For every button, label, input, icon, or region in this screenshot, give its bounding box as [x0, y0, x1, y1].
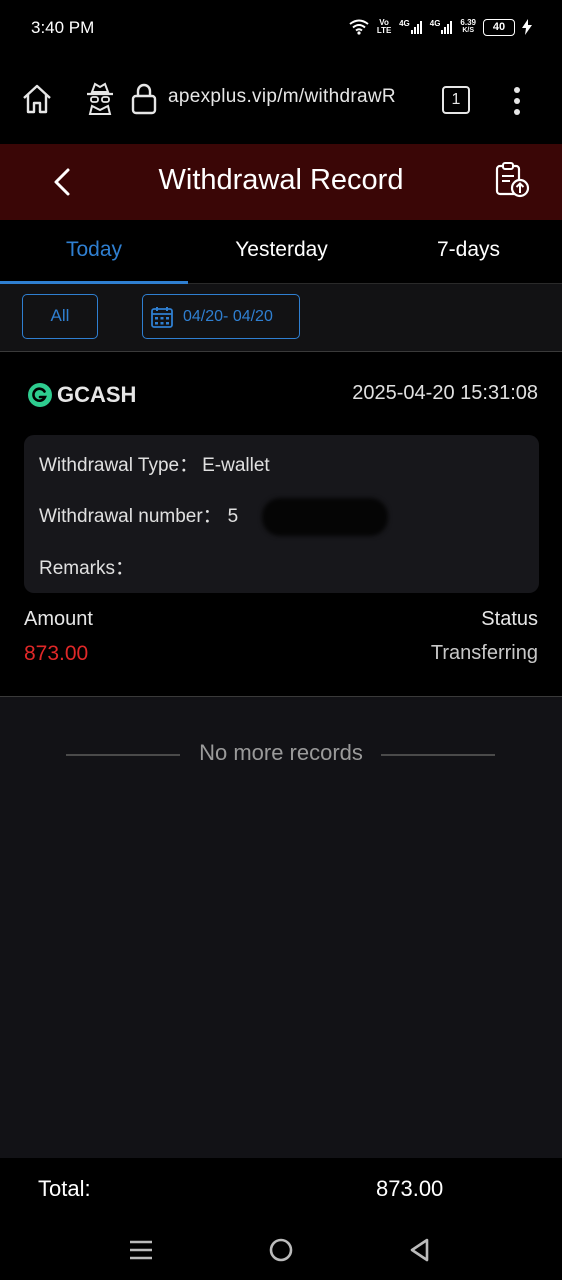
date-range-label: 04/20- 04/20 — [183, 307, 273, 325]
withdrawal-type-label: Withdrawal Type： — [39, 455, 199, 476]
more-options-icon[interactable] — [510, 86, 524, 116]
payment-method-name: GCASH — [57, 382, 137, 407]
withdrawal-number-label: Withdrawal number： — [39, 506, 222, 527]
charging-icon — [522, 19, 532, 35]
status-label: Status — [481, 608, 538, 630]
network-type-2: 4G — [429, 19, 441, 28]
divider-right — [381, 754, 495, 756]
filter-all-button[interactable]: All — [22, 294, 98, 339]
record-datetime: 2025-04-20 15:31:08 — [352, 382, 538, 404]
battery-indicator: 40 — [483, 18, 515, 36]
wifi-icon — [349, 19, 369, 35]
amount-value: 873.00 — [24, 642, 89, 665]
network-speed-value: 6.39 — [460, 18, 476, 27]
tab-switcher-button[interactable]: 1 — [442, 86, 470, 114]
clipboard-upload-icon[interactable] — [492, 160, 532, 200]
calendar-icon — [151, 306, 173, 328]
withdrawal-number-row: Withdrawal number： 5 — [39, 501, 238, 528]
tab-today[interactable]: Today — [0, 238, 188, 262]
withdrawal-number-value: 5 — [227, 506, 239, 527]
system-nav-bar — [0, 1220, 562, 1280]
page-header: Withdrawal Record — [0, 144, 562, 220]
remarks-row: Remarks： — [39, 553, 148, 580]
gcash-logo-icon — [28, 383, 52, 407]
total-bar: Total: 873.00 — [0, 1158, 562, 1220]
network-speed-unit: K/S — [462, 27, 475, 34]
network-type-1: 4G — [399, 19, 410, 28]
incognito-icon[interactable] — [84, 82, 116, 116]
tab-7-days[interactable]: 7-days — [375, 238, 562, 262]
withdrawal-record-card[interactable]: GCASH 2025-04-20 15:31:08 Withdrawal Typ… — [0, 352, 562, 697]
total-label: Total: — [38, 1176, 91, 1201]
browser-toolbar: apexplus.vip/m/withdrawR 1 — [0, 58, 562, 144]
status-bar: 3:40 PM Vo LTE 4G 4G 6.39 K/S 40 — [0, 0, 562, 58]
volte-indicator: Vo LTE — [376, 18, 392, 35]
home-circle-icon[interactable] — [267, 1236, 295, 1264]
back-triangle-icon[interactable] — [406, 1236, 434, 1264]
payment-method: GCASH — [28, 382, 136, 408]
status-value: Transferring — [430, 642, 538, 664]
redacted-number-mask — [262, 498, 388, 536]
page-title: Withdrawal Record — [158, 164, 404, 196]
date-range-button[interactable]: 04/20- 04/20 — [142, 294, 300, 339]
list-end-area — [0, 697, 562, 1158]
amount-label: Amount — [24, 608, 93, 630]
tab-yesterday[interactable]: Yesterday — [188, 238, 375, 262]
withdrawal-type-row: Withdrawal Type： E-wallet — [39, 450, 270, 477]
date-tabs: Today Yesterday 7-days — [0, 220, 562, 284]
withdrawal-type-value: E-wallet — [202, 455, 270, 476]
signal-2: 4G — [430, 20, 454, 34]
signal-bars-icon — [441, 21, 453, 34]
lock-icon[interactable] — [130, 82, 158, 116]
total-value: 873.00 — [376, 1176, 444, 1201]
status-icons: Vo LTE 4G 4G 6.39 K/S 40 — [349, 16, 532, 38]
status-time: 3:40 PM — [31, 18, 95, 37]
signal-bars-icon — [410, 21, 422, 34]
url-bar[interactable]: apexplus.vip/m/withdrawR — [168, 86, 400, 108]
no-more-records-text: No more records — [199, 740, 363, 765]
home-icon[interactable] — [20, 82, 54, 116]
network-speed: 6.39 K/S — [460, 19, 476, 35]
remarks-label: Remarks： — [39, 558, 135, 579]
recents-menu-icon[interactable] — [127, 1236, 155, 1264]
filter-bar: All 04/20- 04/20 — [0, 284, 562, 352]
signal-1: 4G — [399, 20, 423, 34]
